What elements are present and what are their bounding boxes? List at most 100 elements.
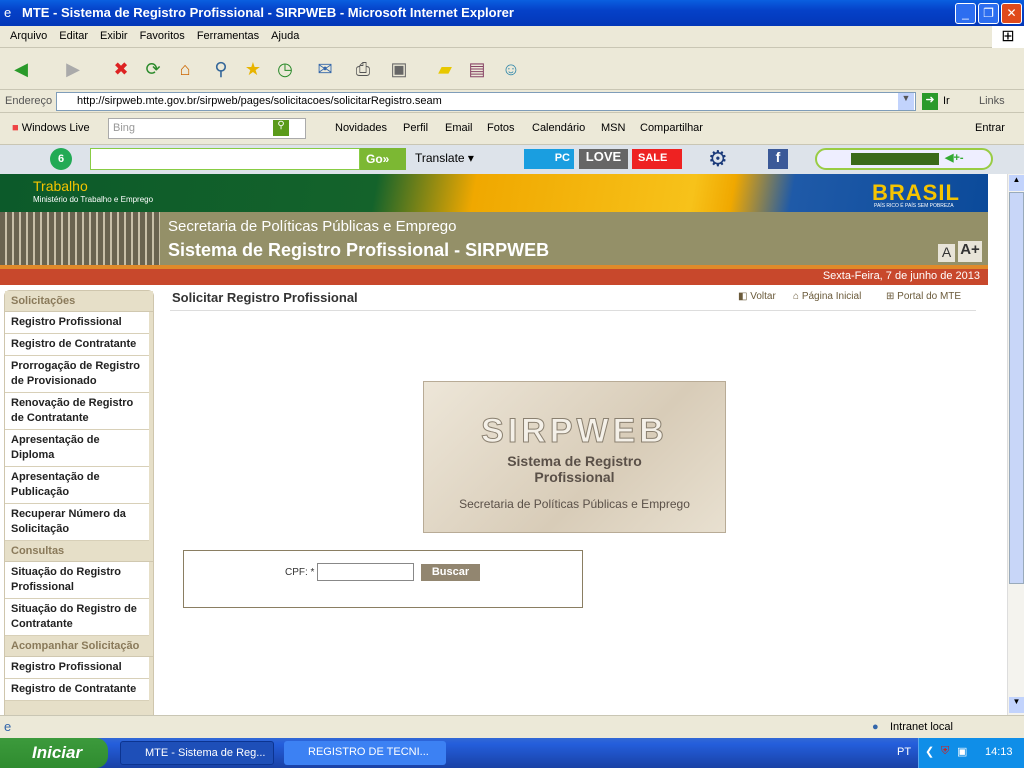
ministry-title: Trabalho [33, 178, 88, 194]
secretaria-title: Secretaria de Políticas Públicas e Empre… [168, 218, 457, 235]
research-icon[interactable]: ▤ [464, 56, 490, 82]
live-link-email[interactable]: Email [445, 122, 473, 134]
page-icon: e [4, 719, 12, 734]
address-dropdown-icon[interactable]: ▼ [898, 93, 914, 110]
close-button[interactable]: ✕ [1001, 3, 1022, 24]
voltar-link[interactable]: ◧ Voltar [738, 291, 776, 302]
system-header: Secretaria de Políticas Públicas e Empre… [0, 212, 988, 265]
sidebar-item-recuperar-numero[interactable]: Recuperar Número da Solicitação [5, 504, 149, 541]
pc-button[interactable]: PC [524, 149, 574, 169]
sidebar-item-acomp-registro-profissional[interactable]: Registro Profissional [5, 657, 149, 679]
facebook-icon[interactable]: f [768, 149, 788, 169]
windows-flag-icon: ■ [12, 122, 19, 134]
minimize-button[interactable]: _ [955, 3, 976, 24]
live-link-fotos[interactable]: Fotos [487, 122, 515, 134]
refresh-icon[interactable]: ⟳ [140, 56, 166, 82]
history-icon[interactable]: ◷ [272, 56, 298, 82]
sidebar-section-acompanhar: Acompanhar Solicitação [5, 636, 153, 657]
menu-exibir[interactable]: Exibir [100, 30, 128, 47]
radio-player[interactable]: ◀+- [815, 148, 993, 170]
sidebar-item-apresentacao-publicacao[interactable]: Apresentação de Publicação [5, 467, 149, 504]
portal-mte-label: Portal do MTE [897, 291, 962, 302]
logo-line2: Profissional [534, 469, 615, 485]
buscar-button[interactable]: Buscar [421, 564, 480, 581]
windows-logo-icon: ⊞ [992, 26, 1024, 48]
scroll-down-icon[interactable]: ▼ [1009, 697, 1024, 713]
tray-expand-icon[interactable]: ❮ [925, 745, 934, 758]
pagina-inicial-link[interactable]: ⌂ Página Inicial [793, 291, 861, 302]
mcafee-icon[interactable]: ⛨ [941, 745, 949, 758]
start-button[interactable]: Iniciar [0, 738, 108, 768]
back-icon[interactable]: ◀ [8, 56, 34, 82]
menu-favoritos[interactable]: Favoritos [140, 30, 185, 47]
toolbar: ◀ ▶ ✖ ⟳ ⌂ ⚲ ★ ◷ ✉ ⎙ ▣ ▰ ▤ ☺ [0, 48, 1024, 90]
edit-icon[interactable]: ▣ [386, 56, 412, 82]
live-link-novidades[interactable]: Novidades [335, 122, 387, 134]
love-button[interactable]: LOVE [579, 149, 628, 169]
system-title: Sistema de Registro Profissional - SIRPW… [168, 240, 550, 260]
sidebar-item-registro-contratante[interactable]: Registro de Contratante [5, 334, 149, 356]
volume-icon[interactable]: ◀+- [945, 151, 964, 164]
sidebar-item-prorrogacao[interactable]: Prorrogação de Registro de Provisionado [5, 356, 149, 393]
search-icon[interactable]: ⚲ [208, 56, 234, 82]
sidebar-section-consultas: Consultas [5, 541, 153, 562]
bing-search-icon[interactable]: ⚲ [273, 120, 289, 136]
menu-editar[interactable]: Editar [59, 30, 88, 47]
sirpweb-logo: SIRPWEB Sistema de Registro Profissional… [423, 381, 726, 533]
sidebar-item-registro-profissional[interactable]: Registro Profissional [5, 312, 149, 334]
babylon-icon[interactable]: 6 [50, 148, 72, 170]
windows-live-brand[interactable]: ■ Windows Live [12, 122, 90, 134]
vertical-scrollbar[interactable]: ▲ ▼ [1007, 174, 1024, 715]
cpf-input[interactable] [317, 563, 414, 581]
sale-button[interactable]: SALE [632, 149, 682, 169]
sidebar: Solicitações Registro Profissional Regis… [4, 290, 154, 715]
menu-ajuda[interactable]: Ajuda [271, 30, 299, 47]
scroll-thumb[interactable] [1009, 192, 1024, 584]
notes-icon[interactable]: ▰ [432, 56, 458, 82]
portal-mte-link[interactable]: ⊞ Portal do MTE [886, 291, 961, 302]
favorites-icon[interactable]: ★ [240, 56, 266, 82]
links-button[interactable]: Links [979, 95, 1005, 107]
font-decrease-button[interactable]: A [938, 244, 955, 262]
voltar-label: Voltar [750, 291, 776, 302]
scroll-up-icon[interactable]: ▲ [1009, 175, 1024, 191]
language-indicator[interactable]: PT [897, 746, 911, 758]
mail-icon[interactable]: ✉ [312, 56, 338, 82]
sidebar-item-situacao-contratante[interactable]: Situação do Registro de Contratante [5, 599, 149, 636]
sidebar-item-situacao-profissional[interactable]: Situação do Registro Profissional [5, 562, 149, 599]
print-icon[interactable]: ⎙ [350, 56, 376, 82]
ministry-subtitle: Ministério do Trabalho e Emprego [33, 195, 154, 204]
radio-station-select[interactable] [851, 153, 939, 165]
live-link-perfil[interactable]: Perfil [403, 122, 428, 134]
task-word[interactable]: REGISTRO DE TECNI... [284, 741, 446, 765]
sidebar-item-acomp-registro-contratante[interactable]: Registro de Contratante [5, 679, 149, 701]
sidebar-item-renovacao[interactable]: Renovação de Registro de Contratante [5, 393, 149, 430]
address-input[interactable]: http://sirpweb.mte.gov.br/sirpweb/pages/… [56, 92, 916, 111]
go-button[interactable]: Ir [943, 95, 950, 107]
live-link-compartilhar[interactable]: Compartilhar [640, 122, 703, 134]
live-link-calendario[interactable]: Calendário [532, 122, 585, 134]
task-ie[interactable]: MTE - Sistema de Reg... [120, 741, 274, 765]
address-label: Endereço [5, 95, 53, 107]
font-increase-button[interactable]: A+ [958, 241, 982, 262]
portal-icon: ⊞ [886, 291, 895, 302]
header-photo [0, 212, 160, 265]
date-bar: Sexta-Feira, 7 de junho de 2013 [0, 269, 988, 285]
custom-search-input[interactable] [90, 148, 360, 170]
signin-button[interactable]: Entrar [975, 122, 1005, 134]
network-icon[interactable]: ▣ [957, 745, 967, 758]
live-link-msn[interactable]: MSN [601, 122, 625, 134]
forward-icon[interactable]: ▶ [60, 56, 86, 82]
translate-button[interactable]: Translate ▾ [415, 151, 474, 165]
menu-bar: Arquivo Editar Exibir Favoritos Ferramen… [0, 26, 1024, 48]
maximize-button[interactable]: ❐ [978, 3, 999, 24]
go-search-button[interactable]: Go» [360, 148, 406, 170]
menu-arquivo[interactable]: Arquivo [10, 30, 47, 47]
settings-gear-icon[interactable]: ⚙ [708, 146, 728, 172]
messenger-icon[interactable]: ☺ [498, 56, 524, 82]
home-icon[interactable]: ⌂ [172, 56, 198, 82]
go-arrow-icon[interactable]: ➜ [922, 93, 938, 110]
stop-icon[interactable]: ✖ [108, 56, 134, 82]
menu-ferramentas[interactable]: Ferramentas [197, 30, 259, 47]
sidebar-item-apresentacao-diploma[interactable]: Apresentação de Diploma [5, 430, 149, 467]
